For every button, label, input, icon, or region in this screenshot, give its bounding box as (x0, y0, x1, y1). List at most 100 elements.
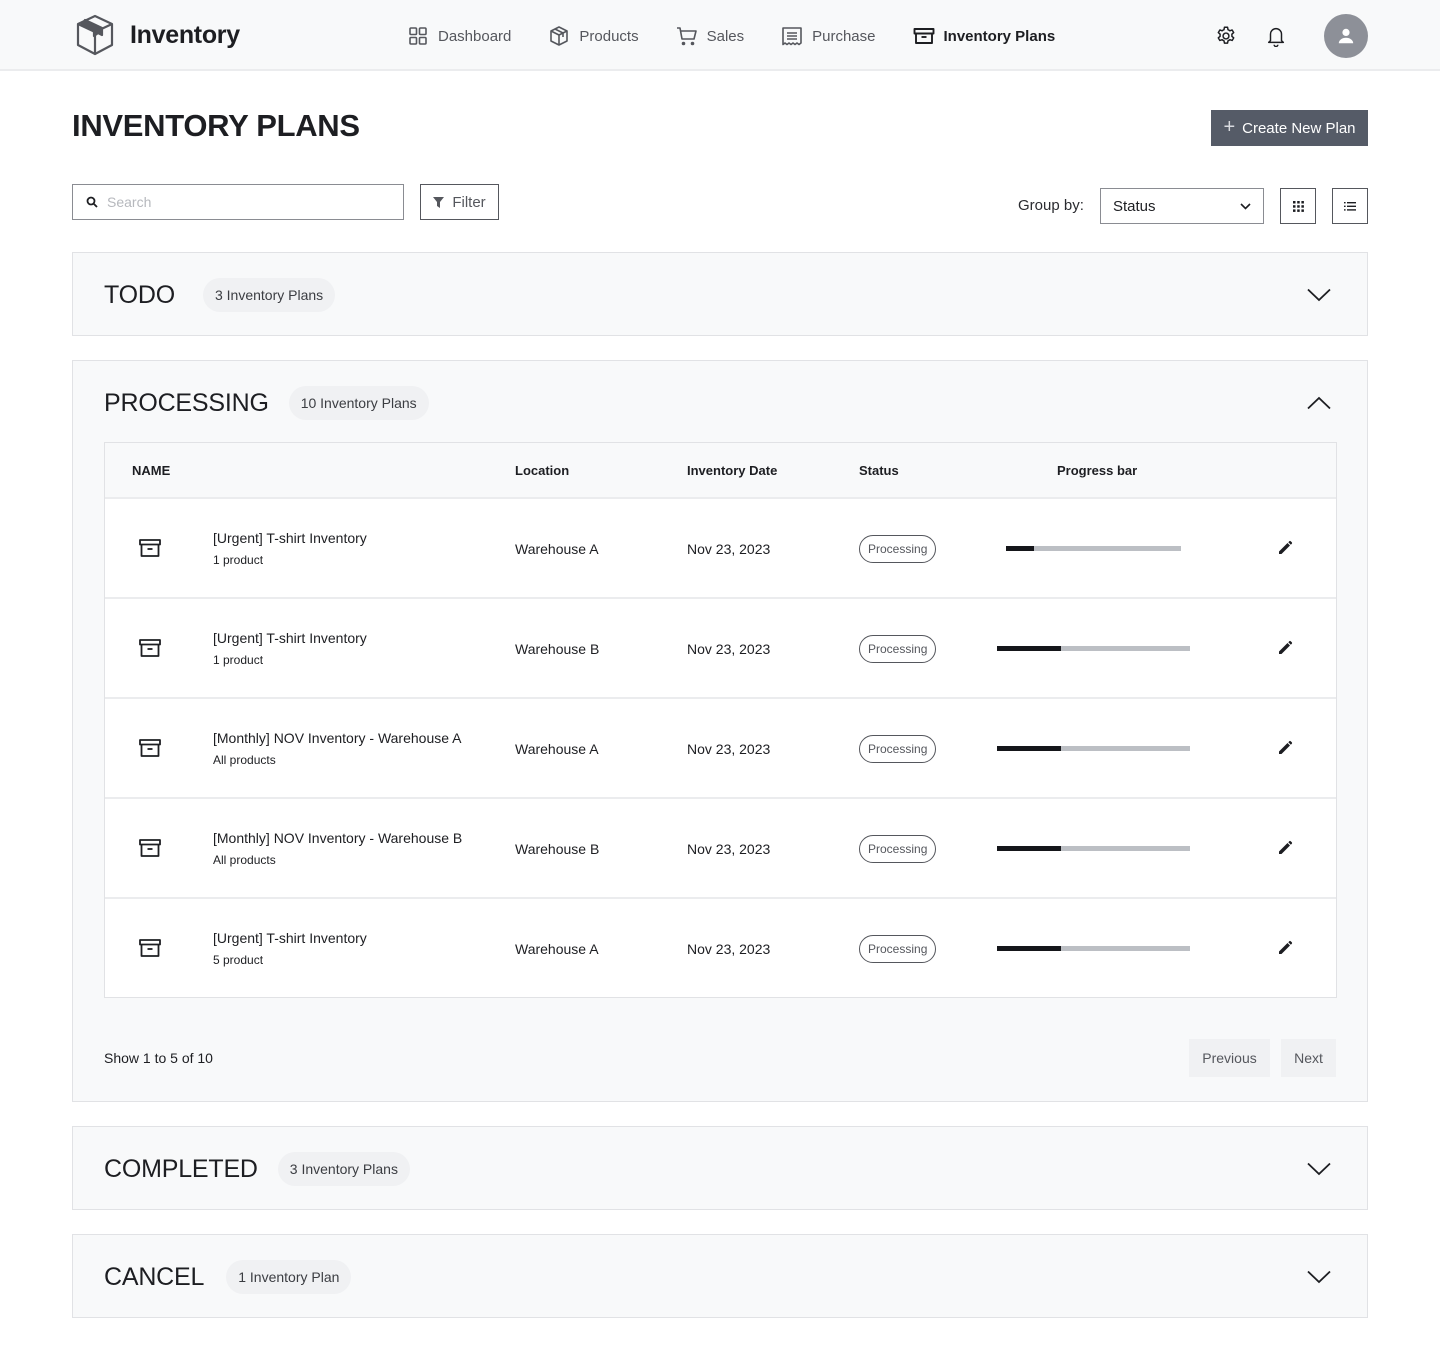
plan-location: Warehouse B (515, 841, 600, 857)
table-row[interactable]: [Urgent] T-shirt Inventory 5 product Wareh… (105, 899, 1336, 997)
settings-button[interactable] (1212, 22, 1240, 50)
previous-page-button[interactable]: Previous (1189, 1039, 1270, 1077)
chevron-down-icon (1240, 202, 1251, 210)
table-body: [Urgent] T-shirt Inventory 1 product Wareh… (105, 499, 1336, 997)
group-header[interactable]: TODO 3 Inventory Plans (73, 253, 1367, 337)
edit-pencil-icon[interactable] (1277, 640, 1293, 656)
page-title: INVENTORY PLANS (72, 108, 360, 143)
archive-box-icon (139, 839, 161, 857)
status-badge: Processing (859, 735, 937, 763)
group-title: TODO (104, 280, 175, 309)
edit-pencil-icon[interactable] (1277, 740, 1293, 756)
group-header[interactable]: PROCESSING 10 Inventory Plans (73, 361, 1367, 445)
user-icon (1338, 28, 1354, 44)
group-by-value: Status (1113, 197, 1156, 215)
nav-inventory-plans[interactable]: Inventory Plans (913, 23, 1055, 49)
group-cancel: CANCEL 1 Inventory Plan (72, 1234, 1368, 1318)
plus-icon: + (1223, 116, 1236, 138)
progress-bar (997, 846, 1190, 851)
plan-name[interactable]: [Urgent] T-shirt Inventory (213, 530, 367, 546)
nav-sales[interactable]: Sales (676, 23, 744, 49)
column-header-status: Status (859, 463, 899, 478)
archive-box-icon (139, 639, 161, 657)
edit-pencil-icon[interactable] (1277, 940, 1293, 956)
package-box-icon (76, 14, 114, 56)
nav-label: Dashboard (438, 27, 512, 45)
nav-dashboard[interactable]: Dashboard (407, 23, 511, 49)
plan-name[interactable]: [Urgent] T-shirt Inventory (213, 630, 367, 646)
user-avatar[interactable] (1324, 14, 1368, 58)
plan-name[interactable]: [Urgent] T-shirt Inventory (213, 930, 367, 946)
progress-bar (1006, 546, 1181, 551)
archive-box-icon (139, 539, 161, 557)
plan-inventory-date: Nov 23, 2023 (687, 641, 771, 657)
inventory-plans-table: NAME Location Inventory Date Status Prog… (104, 442, 1337, 998)
progress-bar-fill (997, 946, 1061, 951)
grid-view-button[interactable] (1280, 188, 1316, 224)
pagination-summary: Show 1 to 5 of 10 (104, 1050, 213, 1066)
bell-icon (1267, 28, 1285, 47)
group-processing: PROCESSING 10 Inventory Plans NAME Locat… (72, 360, 1368, 1102)
chevron-down-icon[interactable] (1307, 1270, 1331, 1284)
edit-pencil-icon[interactable] (1277, 540, 1293, 556)
chevron-down-icon[interactable] (1307, 288, 1331, 302)
archive-icon (913, 28, 934, 44)
chevron-down-icon[interactable] (1307, 1162, 1331, 1176)
group-by-select[interactable]: Status (1100, 188, 1264, 224)
progress-bar-fill (997, 646, 1061, 651)
progress-bar-fill (1006, 546, 1034, 551)
progress-bar (997, 646, 1190, 651)
search-icon (86, 196, 98, 208)
plan-product-scope: 5 product (213, 953, 264, 967)
group-count-badge: 10 Inventory Plans (288, 386, 429, 420)
group-title: PROCESSING (104, 388, 269, 417)
next-page-button[interactable]: Next (1281, 1039, 1336, 1077)
cube-icon (550, 26, 569, 46)
plan-name[interactable]: [Monthly] NOV Inventory - Warehouse B (213, 830, 462, 846)
group-header[interactable]: COMPLETED 3 Inventory Plans (73, 1127, 1367, 1211)
group-todo: TODO 3 Inventory Plans (72, 252, 1368, 336)
nav-products[interactable]: Products (548, 23, 639, 49)
top-navigation-bar: Inventory Dashboard Products Sales Purch… (0, 0, 1440, 71)
plan-inventory-date: Nov 23, 2023 (687, 941, 771, 957)
grid-icon (409, 27, 427, 45)
column-header-name: NAME (132, 463, 171, 478)
plan-name[interactable]: [Monthly] NOV Inventory - Warehouse A (213, 730, 461, 746)
plan-inventory-date: Nov 23, 2023 (687, 541, 771, 557)
search-input[interactable] (107, 194, 377, 210)
plan-product-scope: All products (213, 753, 276, 767)
brand[interactable]: Inventory (74, 13, 240, 57)
status-badge: Processing (859, 635, 937, 663)
group-count-badge: 1 Inventory Plan (226, 1260, 352, 1294)
table-row[interactable]: [Urgent] T-shirt Inventory 1 product Wareh… (105, 599, 1336, 699)
search-field[interactable] (72, 184, 404, 220)
plan-product-scope: 1 product (213, 653, 264, 667)
plan-product-scope: All products (213, 853, 276, 867)
group-header[interactable]: CANCEL 1 Inventory Plan (73, 1235, 1367, 1319)
edit-pencil-icon[interactable] (1277, 840, 1293, 856)
table-row[interactable]: [Monthly] NOV Inventory - Warehouse B All… (105, 799, 1336, 899)
progress-bar-fill (997, 746, 1061, 751)
grid-dots-icon (1292, 200, 1304, 212)
create-new-plan-button[interactable]: + Create New Plan (1211, 110, 1368, 146)
cart-icon (676, 27, 697, 46)
app-name: Inventory (130, 20, 240, 49)
gear-icon (1217, 26, 1235, 44)
archive-box-icon (139, 739, 161, 757)
plan-product-scope: 1 product (213, 553, 264, 567)
notifications-button[interactable] (1262, 22, 1290, 50)
group-count-badge: 3 Inventory Plans (277, 1152, 410, 1186)
table-row[interactable]: [Urgent] T-shirt Inventory 1 product Wareh… (105, 499, 1336, 599)
nav-purchase[interactable]: Purchase (781, 23, 876, 49)
archive-box-icon (139, 939, 161, 957)
top-actions (1212, 14, 1368, 58)
list-view-button[interactable] (1332, 188, 1368, 224)
column-header-inventory-date: Inventory Date (687, 463, 778, 478)
filter-button[interactable]: Filter (420, 184, 499, 220)
group-by-label: Group by: (1018, 197, 1084, 214)
status-badge: Processing (859, 935, 937, 963)
status-badge: Processing (859, 835, 937, 863)
plan-location: Warehouse A (515, 941, 599, 957)
chevron-up-icon[interactable] (1307, 396, 1331, 410)
table-row[interactable]: [Monthly] NOV Inventory - Warehouse A All… (105, 699, 1336, 799)
